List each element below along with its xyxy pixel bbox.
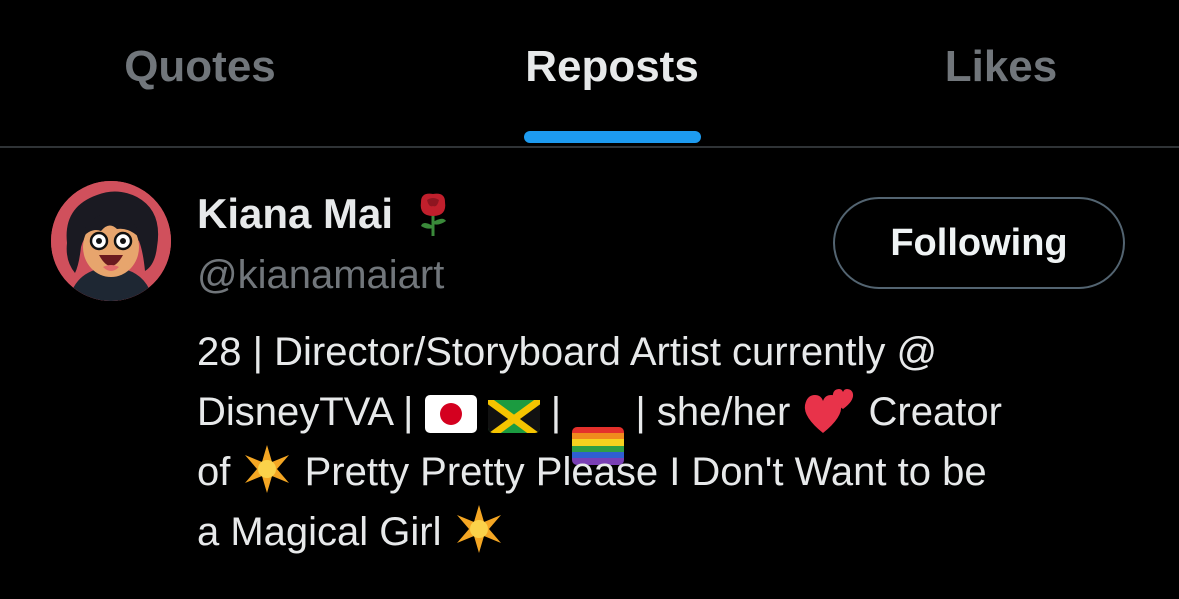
- tab-likes-label: Likes: [944, 42, 1058, 91]
- bio-text: Pretty Pretty Please I Don't Want to be: [293, 450, 987, 494]
- tab-reposts[interactable]: Reposts: [462, 0, 762, 146]
- bio-text: Creator: [857, 390, 1002, 434]
- display-name[interactable]: Kiana Mai: [197, 188, 393, 240]
- tab-likes[interactable]: Likes: [851, 0, 1151, 146]
- two-hearts-icon: [801, 387, 857, 435]
- bio-separator: |: [539, 390, 573, 434]
- cartoon-girl-avatar-icon: [51, 181, 171, 301]
- following-button-label: Following: [890, 222, 1068, 264]
- japan-flag-icon: [424, 395, 477, 433]
- avatar[interactable]: [51, 181, 171, 301]
- bio-text: 28 | Director/Storyboard Artist currentl…: [197, 330, 938, 374]
- bio-line-3: of Pretty Pretty Please I Don't Want to …: [197, 442, 1137, 502]
- tab-quotes-label: Quotes: [124, 42, 276, 91]
- bio-line-2: DisneyTVA | | | she/her Creator: [197, 382, 1137, 465]
- tab-reposts-label: Reposts: [525, 42, 699, 91]
- rose-icon: [413, 190, 453, 238]
- bio-line-1: 28 | Director/Storyboard Artist currentl…: [197, 322, 1137, 382]
- bio-text[interactable]: DisneyTVA |: [197, 390, 425, 434]
- sparkle-icon: [453, 503, 505, 555]
- bio-text: of: [197, 450, 242, 494]
- bio-line-4: a Magical Girl: [197, 502, 1137, 562]
- active-tab-indicator: [524, 131, 701, 143]
- user-bio: 28 | Director/Storyboard Artist currentl…: [197, 322, 1137, 562]
- tab-quotes[interactable]: Quotes: [50, 0, 350, 146]
- profile-tabbar: Quotes Reposts Likes: [0, 0, 1179, 148]
- bio-text: a Magical Girl: [197, 510, 453, 554]
- sparkle-icon: [241, 443, 293, 495]
- bio-text: | she/her: [624, 390, 802, 434]
- display-name-row: Kiana Mai: [197, 188, 453, 240]
- user-handle[interactable]: @kianamaiart: [197, 251, 444, 299]
- jamaica-flag-icon: [487, 395, 540, 433]
- user-cell[interactable]: Kiana Mai @kianamaiart Following 28 | Di…: [0, 148, 1179, 599]
- following-button[interactable]: Following: [833, 197, 1125, 289]
